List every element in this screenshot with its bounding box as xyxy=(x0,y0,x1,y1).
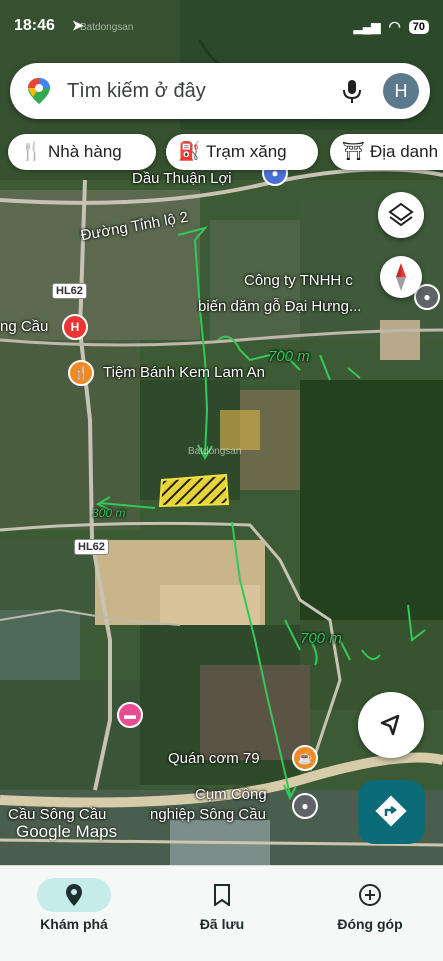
bottom-navigation: Khám phá Đã lưu Đóng góp xyxy=(0,865,443,961)
my-location-button[interactable] xyxy=(358,692,424,758)
status-bar: 18:46 ➤ ▂▄▆ ◠ 70 xyxy=(0,0,443,48)
google-maps-pin-icon xyxy=(28,78,50,104)
map-label-cong-ty: Công ty TNHH c xyxy=(244,272,353,289)
tab-explore[interactable]: Khám phá xyxy=(0,866,148,961)
annotation-top-distance: 700 m xyxy=(268,348,310,365)
compass-button[interactable] xyxy=(380,256,422,298)
tab-saved[interactable]: Đã lưu xyxy=(148,866,296,961)
map-label-dau-thuan-loi: Dầu Thuận Lợi xyxy=(132,170,232,187)
fork-knife-icon: 🍴 xyxy=(20,141,43,161)
gas-pump-icon: ⛽ xyxy=(178,141,201,161)
map-label-quan-com: Quán cơm 79 xyxy=(168,750,260,767)
search-input[interactable]: Tìm kiếm ở đây xyxy=(67,80,206,103)
place-pin-icon[interactable]: ● xyxy=(292,793,318,819)
chip-label: Trạm xăng xyxy=(206,142,287,161)
location-arrow-icon: ➤ xyxy=(72,17,84,33)
status-icons: ▂▄▆ ◠ 70 xyxy=(354,18,429,35)
wifi-icon: ◠ xyxy=(388,18,401,34)
directions-icon xyxy=(375,795,407,827)
watermark: Batdongsan xyxy=(188,446,242,457)
tab-label: Khám phá xyxy=(40,916,108,932)
road-shield-hl62: HL62 xyxy=(52,283,87,299)
tab-label: Đóng góp xyxy=(337,916,403,932)
microphone-icon[interactable] xyxy=(338,77,366,105)
tab-label: Đã lưu xyxy=(199,916,245,932)
battery-icon: 70 xyxy=(408,19,429,34)
bookmark-icon xyxy=(185,878,259,912)
chip-landmarks[interactable]: ⛩ Địa danh xyxy=(330,134,443,170)
map-label-cau-song-cau: Cầu Sông Cầu xyxy=(8,806,107,823)
layers-button[interactable] xyxy=(378,192,424,238)
google-maps-logo: Google Maps xyxy=(16,822,118,841)
landmark-icon: ⛩ xyxy=(342,141,365,161)
status-time: 18:46 xyxy=(14,17,55,34)
map-label-cum-cong: Cụm Công xyxy=(195,786,267,803)
search-bar[interactable]: Tìm kiếm ở đây H xyxy=(10,63,430,119)
cafe-icon[interactable]: ☕ xyxy=(292,745,318,771)
signal-icon: ▂▄▆ xyxy=(353,19,381,34)
chip-restaurants[interactable]: 🍴 Nhà hàng xyxy=(8,134,156,170)
map-label-tiem-banh: Tiệm Bánh Kem Lam An xyxy=(103,364,266,381)
annotation-right-distance: 700 m xyxy=(300,630,342,647)
chip-label: Địa danh xyxy=(370,142,439,161)
map-label-bien-dam-go: biến dăm gỗ Đại Hưng... xyxy=(198,298,362,315)
hospital-icon[interactable]: H xyxy=(62,314,88,340)
annotation-left-distance: 300 m xyxy=(92,506,126,520)
hotel-icon[interactable]: ▬ xyxy=(117,702,143,728)
layers-icon xyxy=(388,202,414,227)
navigation-arrow-icon xyxy=(380,714,400,736)
avatar[interactable]: H xyxy=(383,73,419,109)
directions-button[interactable] xyxy=(358,780,425,844)
chip-gas-stations[interactable]: ⛽ Trạm xăng xyxy=(166,134,318,170)
road-shield-hl62-south: HL62 xyxy=(74,539,109,555)
land-plot-outline xyxy=(158,473,230,508)
restaurant-icon[interactable]: 🍴 xyxy=(68,360,94,386)
map-label-nghiep: nghiệp Sông Cầu xyxy=(150,806,266,823)
add-circle-icon xyxy=(333,878,407,912)
tab-contribute[interactable]: Đóng góp xyxy=(296,866,443,961)
map-label-song-cau: ng Cầu xyxy=(0,318,49,335)
explore-pin-icon xyxy=(37,878,111,912)
chip-label: Nhà hàng xyxy=(48,142,122,161)
compass-icon xyxy=(396,263,406,291)
category-chips: 🍴 Nhà hàng ⛽ Trạm xăng ⛩ Địa danh xyxy=(8,134,443,172)
